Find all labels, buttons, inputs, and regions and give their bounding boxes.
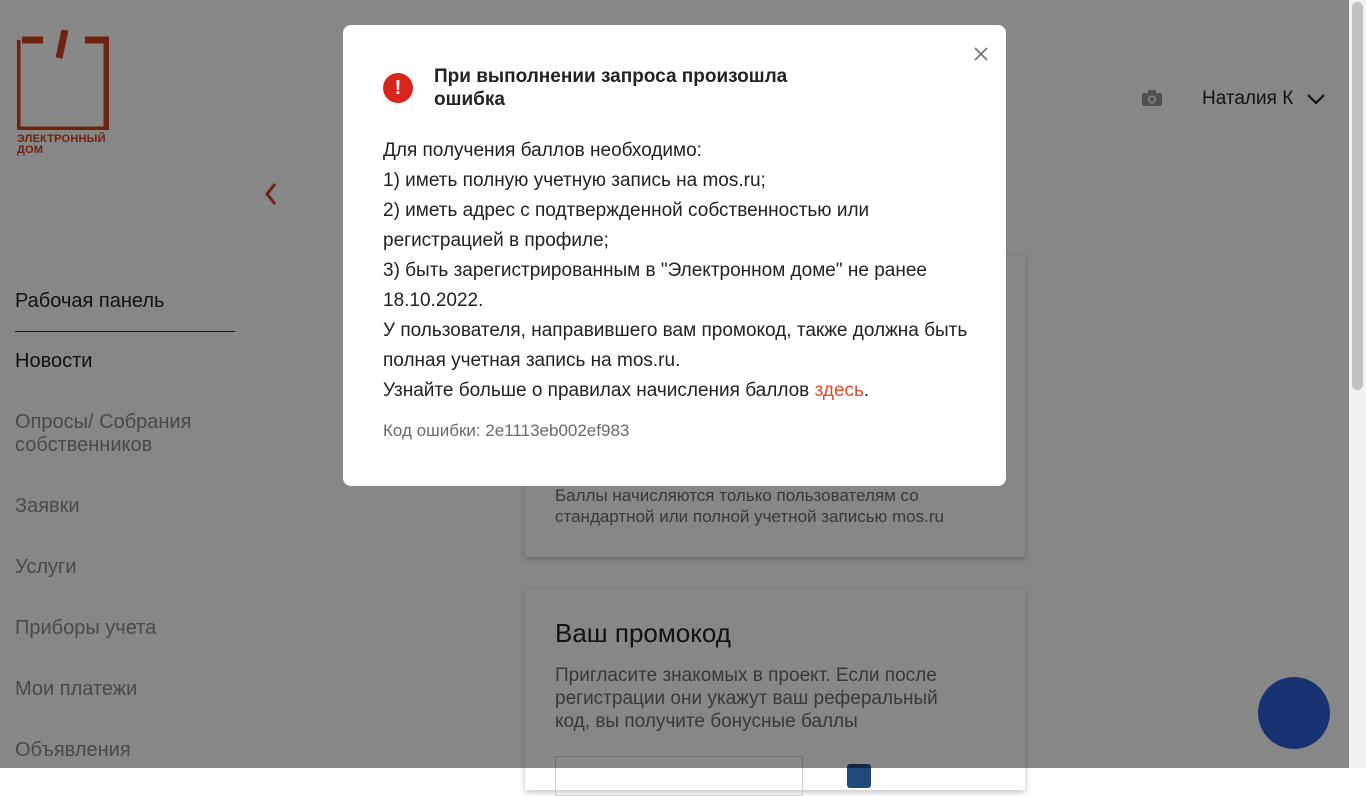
error-code: Код ошибки: 2e1113eb002ef983 [383,421,630,440]
close-icon[interactable] [973,46,989,62]
dialog-line: 1) иметь полную учетную запись на mos.ru… [383,170,766,191]
more-prefix: Узнайте больше о правилах начисления бал… [383,380,815,401]
scrollbar[interactable] [1349,0,1366,768]
dialog-line: У пользователя, направившего вам промоко… [383,320,968,371]
error-icon: ! [383,73,413,103]
dialog-line: Для получения баллов необходимо: [383,140,702,161]
more-suffix: . [863,380,870,401]
dialog-line: 2) иметь адрес с подтвержденной собствен… [383,200,870,251]
dialog-body: Для получения баллов необходимо: 1) имет… [383,136,973,406]
dialog-more-line: Узнайте больше о правилах начисления бал… [383,376,973,406]
scrollbar-thumb[interactable] [1352,2,1363,390]
more-link[interactable]: здесь [815,380,864,401]
error-dialog: ! При выполнении запроса произошла ошибк… [343,25,1006,486]
dialog-title: При выполнении запроса произошла ошибка [434,66,788,110]
dialog-line: 3) быть зарегистрированным в "Электронно… [383,260,927,311]
